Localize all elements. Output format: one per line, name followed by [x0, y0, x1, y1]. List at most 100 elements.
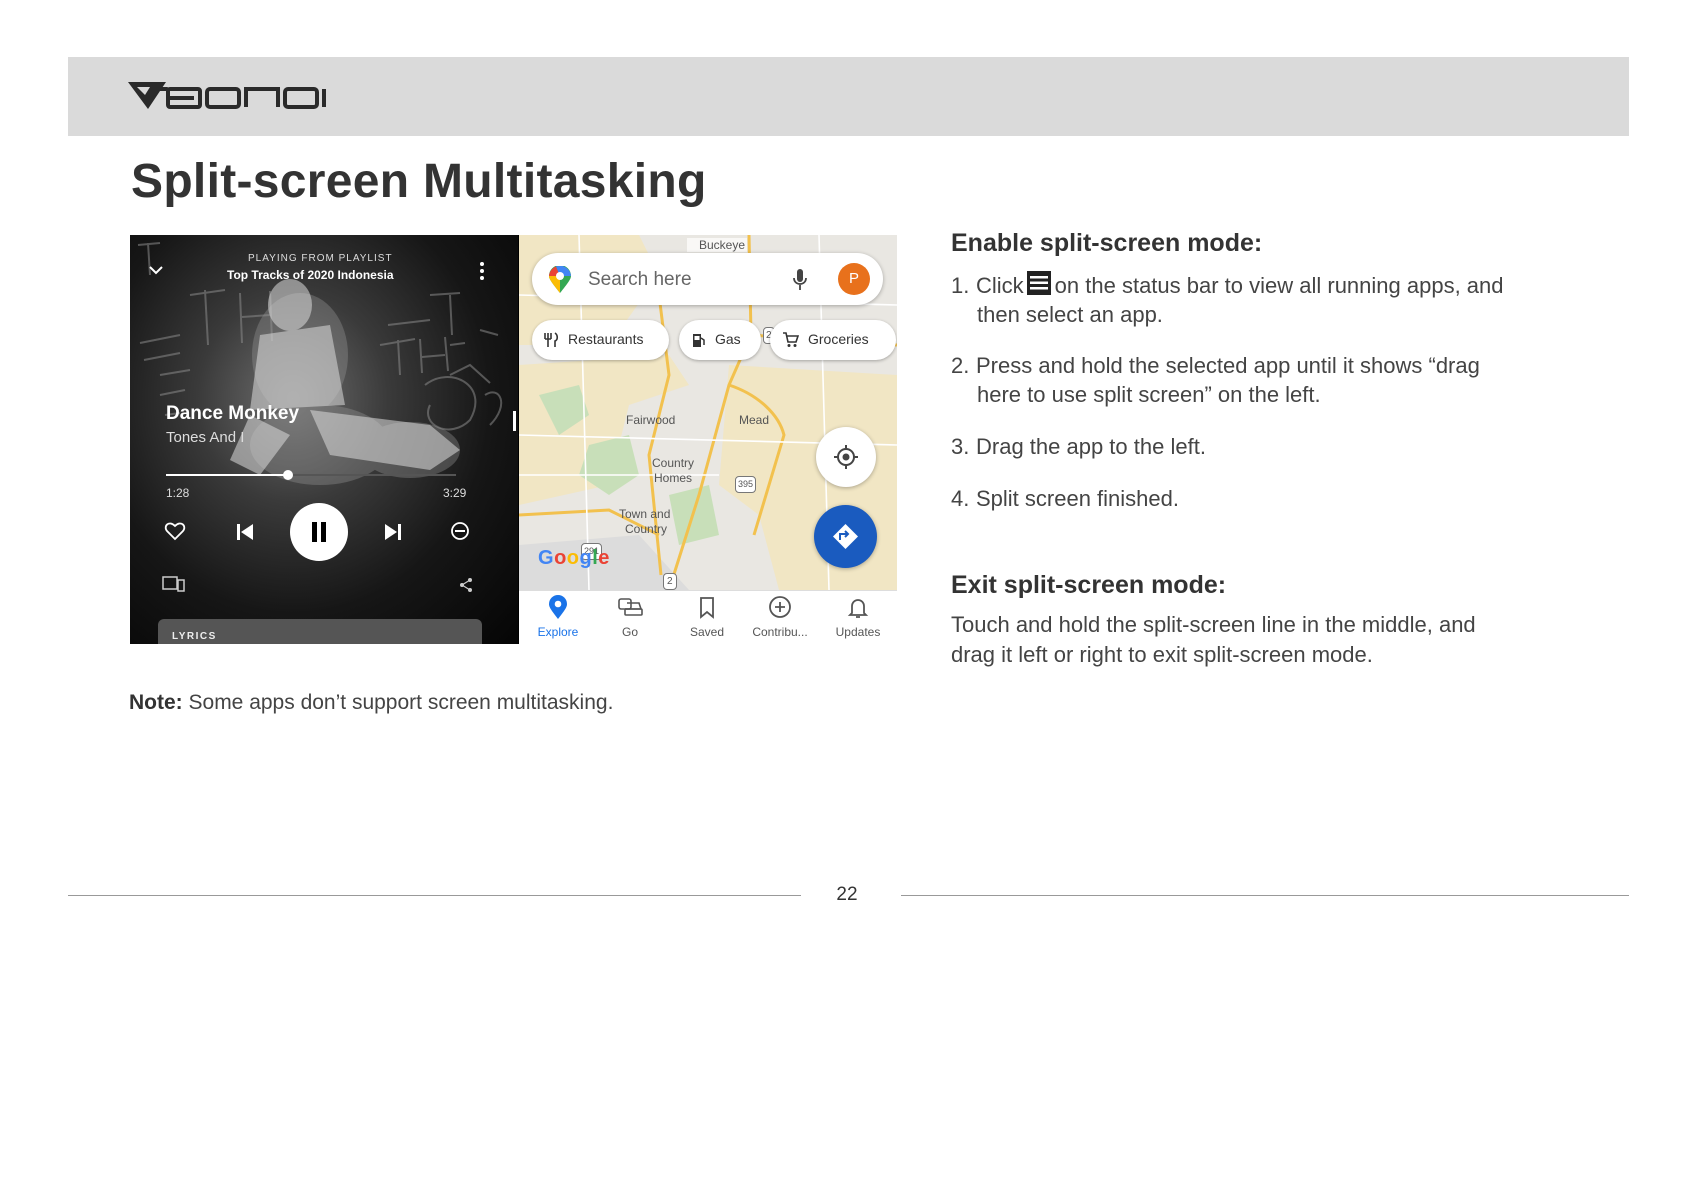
page-title: Split-screen Multitasking — [131, 155, 707, 208]
search-bar[interactable]: Search here P — [532, 253, 883, 305]
step-text: on the status bar to view all running ap… — [1054, 273, 1504, 298]
progress-fill — [166, 474, 288, 476]
maps-panel: Buckeye Fairwood Mead Country Homes Town… — [519, 235, 897, 644]
step-3: 3. Drag the app to the left. — [951, 432, 1206, 461]
exit-text-line: Touch and hold the split-screen line in … — [951, 612, 1476, 637]
chip-groceries[interactable]: Groceries — [770, 320, 896, 360]
recent-apps-icon — [1026, 271, 1051, 295]
progress-knob[interactable] — [282, 470, 293, 480]
exit-text-line: drag it left or right to exit split-scre… — [951, 642, 1373, 667]
nav-explore[interactable]: Explore — [523, 595, 593, 639]
chip-label: Groceries — [808, 331, 869, 347]
google-letter: e — [598, 547, 610, 569]
step-number: 1. — [951, 273, 970, 298]
eonon-logo — [128, 82, 326, 109]
song-title: Dance Monkey — [166, 403, 300, 424]
time-current: 1:28 — [166, 486, 190, 500]
step-2: 2. Press and hold the selected app until … — [951, 351, 1480, 409]
heart-icon[interactable] — [164, 521, 186, 541]
restaurant-icon — [544, 332, 559, 347]
route-shield-2: 2 — [663, 573, 677, 590]
google-letter: o — [554, 547, 567, 569]
nav-go[interactable]: Go — [595, 595, 665, 639]
more-vert-icon[interactable] — [477, 260, 487, 282]
step-text: then select an app. — [977, 302, 1163, 327]
enable-heading: Enable split-screen mode: — [951, 229, 1263, 257]
google-letter: g — [579, 547, 593, 569]
step-text: Split screen finished. — [976, 486, 1179, 511]
pause-icon — [312, 522, 326, 542]
place-town-country-1: Town and — [619, 507, 671, 521]
place-country-homes-1: Country — [652, 456, 695, 470]
cart-icon — [783, 332, 799, 347]
step-number: 3. — [951, 434, 970, 459]
playing-from-label: PLAYING FROM PLAYLIST — [248, 253, 393, 264]
chevron-down-icon[interactable] — [146, 260, 166, 280]
place-country-homes-2: Homes — [654, 471, 693, 485]
nav-label: Explore — [537, 625, 579, 639]
my-location-icon — [834, 445, 858, 469]
music-player-panel: PLAYING FROM PLAYLIST Top Tracks of 2020… — [130, 235, 518, 644]
step-number: 4. — [951, 486, 970, 511]
nav-label: Go — [621, 625, 638, 639]
footer-rule-right — [901, 895, 1629, 896]
place-mead: Mead — [739, 413, 770, 427]
chip-label: Gas — [715, 331, 741, 347]
search-input[interactable]: Search here — [588, 269, 692, 291]
my-location-button[interactable] — [816, 427, 876, 487]
microphone-icon[interactable] — [792, 268, 808, 292]
chip-restaurants[interactable]: Restaurants — [532, 320, 669, 360]
step-text: here to use split screen” on the left. — [977, 382, 1321, 407]
block-icon[interactable] — [450, 521, 470, 541]
skip-next-icon[interactable] — [383, 522, 403, 542]
nav-label: Saved — [689, 625, 725, 639]
lyrics-label: LYRICS — [172, 631, 217, 642]
nav-updates[interactable]: Updates — [823, 595, 893, 639]
nav-contribute[interactable]: Contribu... — [745, 595, 815, 639]
google-letter: G — [538, 547, 555, 569]
lyrics-card[interactable]: LYRICS — [158, 619, 482, 644]
progress-slider[interactable] — [166, 470, 456, 480]
playlist-name: Top Tracks of 2020 Indonesia — [227, 268, 394, 282]
note-label: Note: — [129, 691, 183, 714]
exit-heading: Exit split-screen mode: — [951, 571, 1227, 599]
avatar[interactable]: P — [838, 263, 870, 295]
chip-gas[interactable]: Gas — [679, 320, 761, 360]
time-total: 3:29 — [443, 486, 467, 500]
header-band — [68, 57, 1629, 136]
directions-button[interactable] — [814, 505, 877, 568]
bookmark-icon — [700, 597, 714, 619]
skip-previous-icon[interactable] — [235, 522, 255, 542]
place-fairwood: Fairwood — [626, 413, 676, 427]
place-town-country-2: Country — [625, 522, 668, 536]
split-screen-divider-handle[interactable] — [513, 411, 516, 431]
google-letter: o — [566, 547, 580, 569]
song-artist: Tones And I — [166, 429, 245, 446]
step-number: 2. — [951, 353, 970, 378]
nav-saved[interactable]: Saved — [672, 595, 742, 639]
gas-station-icon — [693, 334, 705, 347]
bell-icon — [847, 599, 869, 618]
split-screen-screenshot: PLAYING FROM PLAYLIST Top Tracks of 2020… — [130, 235, 897, 644]
share-icon[interactable] — [458, 577, 474, 593]
step-text: Press and hold the selected app until it… — [976, 353, 1480, 378]
route-shield-395: 395 — [735, 476, 757, 493]
chip-label: Restaurants — [568, 331, 644, 347]
pause-button[interactable] — [290, 503, 348, 561]
nav-label: Contribu... — [752, 625, 808, 639]
maps-pin-logo-icon — [549, 266, 571, 293]
place-buckeye: Buckeye — [699, 238, 746, 252]
note: Note: Some apps don’t support screen mul… — [129, 691, 613, 715]
google-logo: Google — [538, 547, 610, 570]
note-text: Some apps don’t support screen multitask… — [182, 691, 614, 714]
commute-icon — [618, 598, 643, 616]
devices-icon[interactable] — [162, 575, 186, 593]
directions-icon — [833, 524, 858, 549]
step-text: Click — [976, 273, 1024, 298]
exit-instructions: Touch and hold the split-screen line in … — [951, 610, 1476, 670]
explore-pin-icon — [549, 595, 567, 619]
nav-label: Updates — [835, 625, 881, 639]
step-4: 4. Split screen finished. — [951, 484, 1179, 513]
footer-rule-left — [68, 895, 801, 896]
step-1: 1. Click on the status bar to view all ru… — [951, 270, 1504, 329]
